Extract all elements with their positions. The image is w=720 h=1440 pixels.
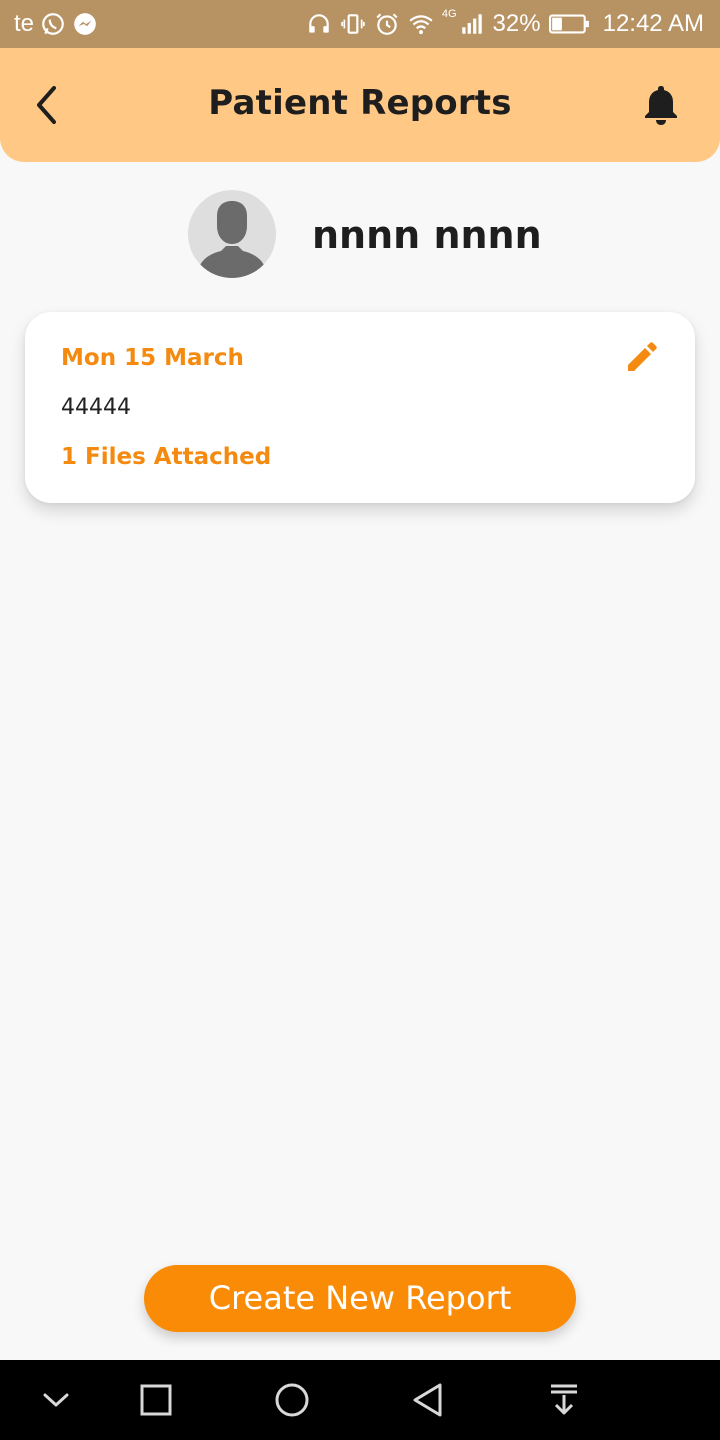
- notifications-button[interactable]: [638, 82, 684, 128]
- battery-percent-label: 32%: [492, 10, 541, 37]
- files-attached-link[interactable]: 1 Files Attached: [61, 441, 271, 473]
- signal-icon: [461, 14, 482, 34]
- nav-notifications-button[interactable]: [542, 1378, 586, 1422]
- patient-name: nnnn nnnn: [312, 213, 542, 257]
- chevron-down-icon: [43, 1393, 69, 1407]
- create-new-report-button[interactable]: Create New Report: [144, 1265, 576, 1332]
- whatsapp-icon: [42, 13, 64, 35]
- nav-hide-button[interactable]: [34, 1378, 78, 1422]
- wifi-icon: [409, 15, 433, 35]
- status-bar: te 4G 32% 12:42 AM: [0, 0, 720, 48]
- network-type-label: 4G: [441, 8, 457, 20]
- report-card[interactable]: Mon 15 March 44444 1 Files Attached: [25, 312, 695, 503]
- triangle-back-icon: [413, 1383, 442, 1417]
- vibrate-icon: [341, 14, 365, 34]
- person-silhouette-icon: [197, 201, 267, 278]
- app-header: Patient Reports: [0, 48, 720, 162]
- bell-icon: [645, 86, 677, 125]
- nav-home-button[interactable]: [270, 1378, 314, 1422]
- status-bar-right: 4G 32% 12:42 AM: [306, 0, 704, 48]
- system-navigation-bar: [0, 1360, 720, 1440]
- avatar: [188, 190, 276, 278]
- patient-info: nnnn nnnn: [0, 190, 720, 280]
- square-recents-icon: [140, 1384, 172, 1416]
- alarm-icon: [376, 13, 398, 35]
- headphones-icon: [309, 14, 329, 33]
- messenger-icon: [74, 13, 96, 35]
- edit-report-button[interactable]: [623, 340, 659, 376]
- report-description: 44444: [61, 395, 131, 420]
- clock-label: 12:42 AM: [602, 10, 704, 37]
- carrier-label: te: [14, 10, 35, 37]
- battery-level-fill: [551, 17, 562, 31]
- nav-recents-button[interactable]: [134, 1378, 178, 1422]
- report-date: Mon 15 March: [61, 345, 244, 371]
- status-bar-left: te: [14, 0, 98, 48]
- notification-pull-icon: [551, 1384, 577, 1415]
- battery-icon: [548, 14, 589, 34]
- page-title: Patient Reports: [208, 83, 512, 123]
- pencil-edit-icon: [628, 342, 657, 371]
- nav-back-button[interactable]: [406, 1378, 450, 1422]
- circle-home-icon: [275, 1383, 309, 1417]
